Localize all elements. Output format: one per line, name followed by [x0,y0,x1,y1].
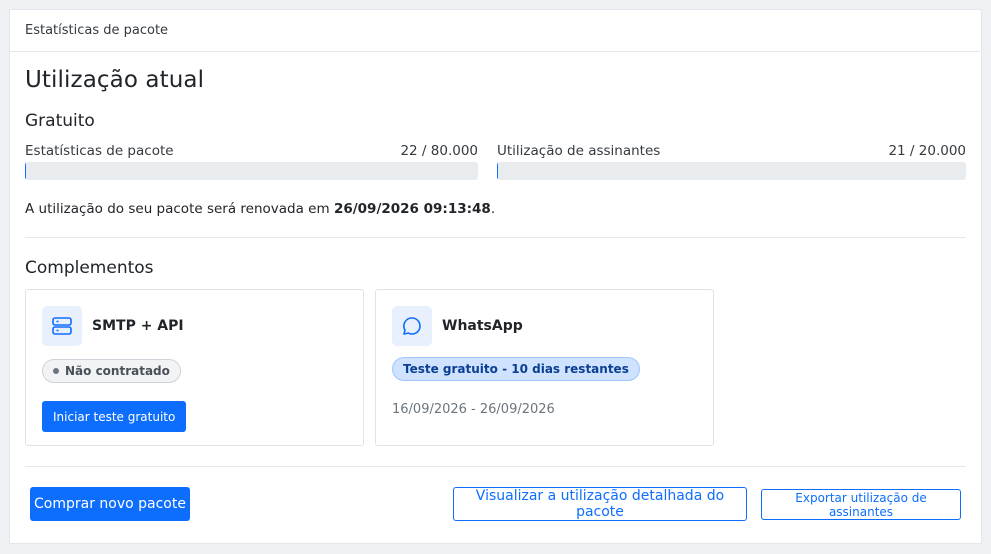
export-subscriber-usage-button[interactable]: Exportar utilização de assinantes [761,489,961,520]
usage-label: Estatísticas de pacote [25,143,174,159]
usage-subscribers: Utilização de assinantes 21 / 20.000 [497,143,966,180]
addons-list: SMTP + API Não contratado Iniciar teste … [25,289,966,446]
buy-new-package-button[interactable]: Comprar novo pacote [30,487,190,521]
addon-name: WhatsApp [442,318,523,334]
usage-package-stats: Estatísticas de pacote 22 / 80.000 [25,143,478,180]
card-body: Utilização atual Gratuito Estatísticas d… [10,67,981,537]
footer-actions: Comprar novo pacote Visualizar a utiliza… [25,467,966,537]
trial-period: 16/09/2026 - 26/09/2026 [392,402,555,417]
card-header: Estatísticas de pacote [10,10,981,52]
status-dot-icon [53,368,59,374]
renewal-notice: A utilização do seu pacote será renovada… [25,201,496,217]
renewal-date: 26/09/2026 09:13:48 [333,201,491,217]
usage-row: Estatísticas de pacote 22 / 80.000 Utili… [25,143,966,180]
usage-value: 22 / 80.000 [400,143,478,159]
addon-card-whatsapp: WhatsApp Teste gratuito - 10 dias restan… [375,289,714,446]
package-statistics-card: Estatísticas de pacote Utilização atual … [9,9,982,544]
trial-status-badge: Teste gratuito - 10 dias restantes [392,357,640,381]
addon-card-smtp: SMTP + API Não contratado Iniciar teste … [25,289,364,446]
card-header-title: Estatísticas de pacote [25,23,169,38]
view-detailed-usage-button[interactable]: Visualizar a utilização detalhada do pac… [453,487,747,521]
start-free-trial-button[interactable]: Iniciar teste gratuito [42,401,187,432]
usage-label: Utilização de assinantes [497,143,661,159]
server-icon [42,306,82,346]
progress-bar [25,162,478,180]
plan-name: Gratuito [25,111,95,131]
renewal-text: A utilização do seu pacote será renovada… [25,201,334,217]
divider [25,237,966,238]
progress-bar [497,162,966,180]
page-title: Utilização atual [25,67,205,93]
chat-bubble-icon [392,306,432,346]
addons-title: Complementos [25,258,154,278]
progress-bar-fill [497,162,498,180]
addon-name: SMTP + API [92,318,184,334]
usage-value: 21 / 20.000 [888,143,966,159]
status-badge: Não contratado [42,359,181,383]
progress-bar-fill [25,162,26,180]
